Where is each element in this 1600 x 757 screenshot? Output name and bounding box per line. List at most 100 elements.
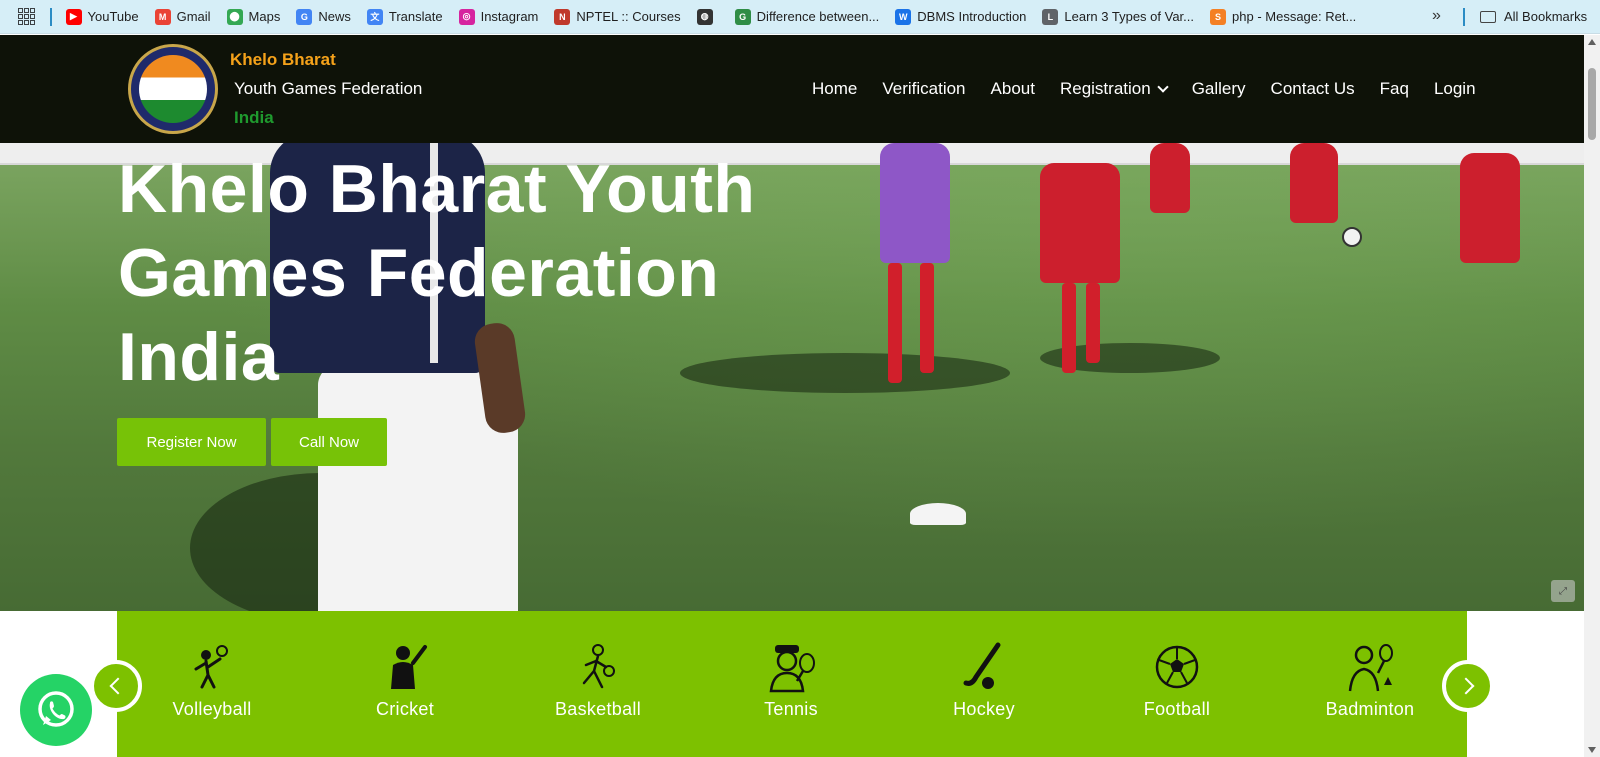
folder-icon [1480, 10, 1496, 23]
expand-icon[interactable]: ⤢ [1551, 580, 1575, 602]
sport-label: Volleyball [172, 699, 252, 719]
bookmark-item[interactable]: L Learn 3 Types of Var... [1042, 8, 1195, 25]
all-bookmarks-button[interactable]: All Bookmarks [1480, 9, 1587, 24]
maps-icon: ⬤ [226, 8, 243, 25]
bookmark-item[interactable]: Sphp - Message: Ret... [1210, 8, 1357, 25]
sport-label: Hockey [953, 699, 1015, 719]
player-leg [920, 263, 934, 373]
sport-label: Basketball [554, 699, 642, 719]
bookmark-item[interactable]: W DBMS Introduction [895, 8, 1027, 25]
brand-country[interactable]: India [234, 108, 274, 128]
main-nav: Home Verification About Registration Gal… [812, 35, 1476, 143]
bookmark-label: Difference between... [756, 9, 880, 24]
sport-item-tennis[interactable]: Tennis [716, 641, 866, 720]
bookmark-item[interactable]: ▶ YouTube [65, 8, 139, 25]
sport-item-football[interactable]: Football [1102, 641, 1252, 720]
nav-about[interactable]: About [991, 79, 1035, 99]
all-bookmarks-label: All Bookmarks [1504, 9, 1588, 24]
stackoverflow-icon: S [1210, 8, 1227, 25]
bookmark-label: Instagram [480, 9, 539, 24]
federation-logo[interactable] [128, 44, 218, 134]
w3-icon: W [895, 8, 912, 25]
register-now-button[interactable]: Register Now [117, 418, 266, 466]
nav-registration-label: Registration [1059, 79, 1151, 98]
sport-item-badminton[interactable]: Badminton [1295, 641, 1445, 720]
player-red-05 [1040, 163, 1120, 283]
cricket-player-icon [391, 645, 427, 689]
translate-icon: 文 [366, 8, 383, 25]
whatsapp-button[interactable] [20, 674, 92, 746]
bookmark-item[interactable]: ⬤ Maps [226, 8, 280, 25]
instagram-icon: ◎ [458, 8, 475, 25]
nav-contact-us[interactable]: Contact Us [1271, 79, 1355, 99]
chevron-down-icon [1157, 80, 1169, 93]
player-leg [1086, 283, 1100, 363]
brand-title[interactable]: Khelo Bharat [230, 50, 336, 70]
chevron-right-icon [1457, 677, 1475, 695]
bookmark-item[interactable]: G Difference between... [734, 8, 880, 25]
football-ball [1342, 227, 1362, 247]
badminton-player-icon [1348, 644, 1393, 692]
carousel-prev-button[interactable] [90, 660, 142, 712]
bookmark-item[interactable]: N NPTEL :: Courses [554, 8, 681, 25]
bookmark-label: php - Message: Ret... [1232, 9, 1357, 24]
tennis-player-icon [769, 645, 815, 693]
volleyball-player-icon [194, 645, 228, 689]
bookmarks-bar: ▶ YouTube M Gmail ⬤ Maps G News 文 Translate ◎ Insta… [0, 0, 1600, 34]
bookmark-label: DBMS Introduction [917, 9, 1027, 24]
globe-icon: ◍ [696, 8, 713, 25]
nptel-icon: N [554, 8, 571, 25]
player-purple-bib [880, 143, 950, 263]
carousel-next-button[interactable] [1442, 660, 1494, 712]
nav-gallery[interactable]: Gallery [1192, 79, 1246, 99]
page-scrollbar[interactable] [1584, 35, 1600, 757]
hero-title: Khelo Bharat Youth Games Federation Indi… [118, 151, 756, 395]
sport-label: Tennis [764, 699, 818, 719]
nav-verification[interactable]: Verification [882, 79, 965, 99]
training-cone [910, 503, 966, 525]
basketball-player-icon [582, 644, 615, 689]
bookmark-item[interactable]: ◎ Instagram [458, 8, 539, 25]
bookmark-item[interactable]: G News [296, 8, 351, 25]
sport-label: Badminton [1325, 699, 1415, 719]
sport-label: Football [1143, 699, 1211, 719]
bookmark-item[interactable]: M Gmail [154, 8, 211, 25]
bookmark-label: NPTEL :: Courses [576, 9, 681, 24]
brand-subtitle[interactable]: Youth Games Federation [234, 79, 422, 99]
bookmarks-divider [50, 7, 52, 26]
sport-item-hockey[interactable]: Hockey [909, 641, 1059, 720]
bookmark-label: Learn 3 Types of Var... [1064, 9, 1195, 24]
nav-faq[interactable]: Faq [1380, 79, 1409, 99]
bookmark-label: YouTube [87, 9, 139, 24]
nav-login[interactable]: Login [1434, 79, 1476, 99]
more-bookmarks-chevron-icon[interactable]: » [1432, 7, 1441, 25]
gmail-icon: M [154, 8, 171, 25]
call-now-button[interactable]: Call Now [271, 418, 387, 466]
player-red-14 [1460, 153, 1520, 263]
player-leg [888, 263, 902, 383]
hockey-stick-icon [963, 642, 1001, 689]
sport-item-cricket[interactable]: Cricket [330, 641, 480, 720]
bookmark-label: Gmail [176, 9, 211, 24]
bookmark-label: News [318, 9, 351, 24]
player-red-back [1150, 143, 1190, 213]
player-red-far [1290, 143, 1338, 223]
scroll-up-arrow[interactable] [1588, 39, 1596, 45]
whatsapp-icon [38, 691, 74, 727]
sport-item-basketball[interactable]: Basketball [523, 641, 673, 720]
site-header: Khelo Bharat Youth Games Federation Indi… [0, 35, 1584, 143]
bookmark-item[interactable]: 文 Translate [366, 8, 443, 25]
apps-grid-icon[interactable] [18, 7, 36, 26]
scroll-down-arrow[interactable] [1588, 747, 1596, 753]
nav-home[interactable]: Home [812, 79, 857, 99]
bookmark-item[interactable]: ◍ [696, 8, 719, 25]
bookmark-label: Translate [388, 9, 443, 24]
sport-item-volleyball[interactable]: Volleyball [137, 641, 287, 720]
nav-registration[interactable]: Registration [1059, 79, 1169, 99]
youtube-icon: ▶ [65, 8, 82, 25]
football-icon [1155, 645, 1199, 689]
learn-icon: L [1042, 8, 1059, 25]
hero-section: Khelo Bharat Youth Games Federation Indi… [0, 143, 1584, 611]
scrollbar-thumb[interactable] [1588, 68, 1596, 140]
sport-label: Cricket [375, 699, 435, 719]
